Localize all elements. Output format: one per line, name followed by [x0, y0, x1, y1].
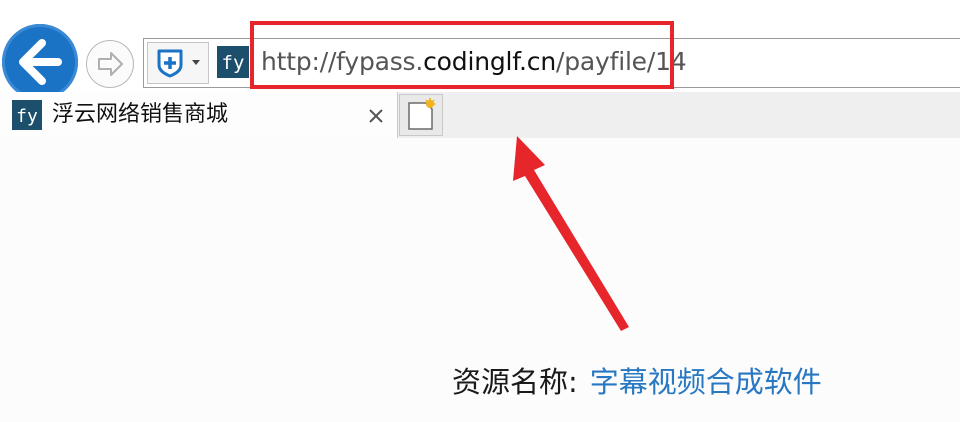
url-highlight-box: [250, 21, 674, 89]
close-icon[interactable]: [366, 106, 386, 126]
new-tab-button[interactable]: [399, 94, 443, 136]
resource-name-value: 字幕视频合成软件: [589, 365, 822, 399]
back-button[interactable]: [2, 24, 78, 100]
arrow-right-icon: [98, 52, 123, 76]
tab-active[interactable]: fy 浮云网络销售商城: [0, 92, 398, 138]
arrow-left-icon: [19, 39, 62, 85]
resource-name-label: 资源名称:: [452, 365, 578, 399]
svg-text:fy: fy: [16, 106, 38, 127]
resource-caption: 资源名称: 字幕视频合成软件: [452, 362, 822, 402]
tab-favicon-icon: fy: [12, 100, 42, 130]
shield-plus-icon: [157, 49, 183, 78]
tab-strip: fy 浮云网络销售商城: [0, 92, 960, 138]
site-favicon-icon: fy: [217, 46, 249, 78]
security-report-button[interactable]: [147, 42, 209, 84]
navigation-bar: fy http://fypass.codinglf.cn/payfile/14: [0, 0, 960, 100]
forward-button[interactable]: [86, 40, 134, 88]
chevron-down-icon: [192, 60, 200, 65]
svg-text:fy: fy: [222, 52, 245, 74]
tab-title: 浮云网络销售商城: [52, 102, 229, 127]
new-tab-icon: [408, 98, 436, 130]
